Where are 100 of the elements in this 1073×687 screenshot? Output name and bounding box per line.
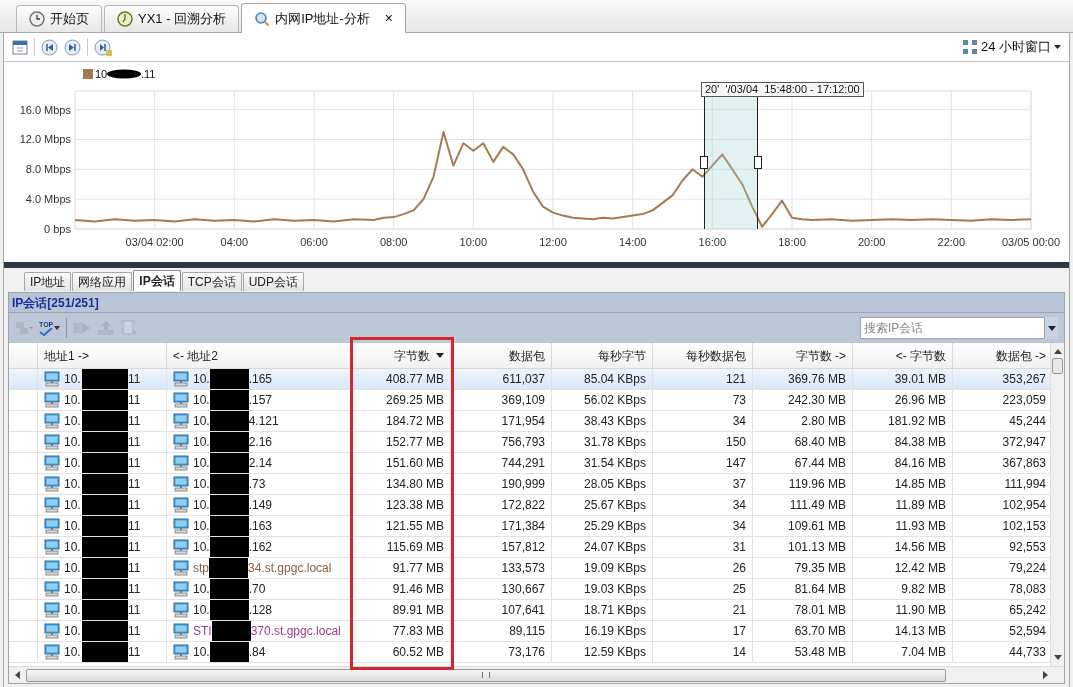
tab[interactable]: YX1 - 回溯分析	[104, 5, 240, 32]
address-text: 10.	[64, 581, 82, 598]
address-text: STI	[193, 623, 212, 640]
address-text: stp	[193, 560, 209, 577]
calendar-icon[interactable]	[12, 39, 28, 55]
table-cell: 744,291	[451, 453, 552, 473]
tab[interactable]: IP会话	[133, 270, 181, 291]
address-text: .70	[248, 581, 266, 598]
tab[interactable]: 开始页	[16, 5, 102, 32]
caret-icon	[1054, 45, 1061, 49]
table-row[interactable]: 10. 11 10. .163 121.55 MB 171,384 25.29 KBps 34 109.61 MB 11.93 MB 102,153	[9, 516, 1050, 537]
address-text: .157	[248, 392, 273, 409]
table-cell: 111.49 MB	[753, 495, 853, 515]
tab[interactable]: 网络应用	[72, 272, 133, 291]
scroll-left-icon[interactable]	[15, 671, 20, 679]
table-cell: 408.77 MB	[351, 369, 451, 389]
table-cell: 181.92 MB	[853, 411, 953, 431]
computer-icon	[44, 539, 60, 555]
table-row[interactable]: 10. 11 10. .157 269.25 MB 369,109 56.02 KBps 73 242.30 MB 26.96 MB 223,059	[9, 390, 1050, 411]
computer-icon	[173, 602, 189, 618]
table-cell: 68.40 MB	[753, 432, 853, 452]
table-cell: 123.38 MB	[351, 495, 451, 515]
table-row[interactable]: 10. 11 STI 370.st.gpgc.local 77.83 MB 89,115 16.19 KBps 17 63.70 MB 14.13 MB 52,594	[9, 621, 1050, 642]
range-handle[interactable]	[754, 156, 762, 169]
table-cell: 91.77 MB	[351, 558, 451, 578]
redaction-bar	[209, 579, 249, 599]
scroll-right-icon[interactable]	[1043, 671, 1048, 679]
range-handle[interactable]	[700, 156, 708, 169]
table-cell: 84.38 MB	[853, 432, 953, 452]
tab[interactable]: IP地址	[24, 272, 72, 291]
x-axis-label: 14:00	[618, 236, 647, 248]
table-row[interactable]: 10. 11 10. .73 134.80 MB 190,999 28.05 KBps 37 119.96 MB 14.85 MB 111,994	[9, 474, 1050, 495]
table-cell: 21	[653, 600, 753, 620]
table-row[interactable]: 10. 11 10. .165 408.77 MB 611,037 85.04 KBps 121 369.76 MB 39.01 MB 353,267	[9, 369, 1050, 390]
tab[interactable]: UDP会话	[242, 272, 305, 291]
table-row[interactable]: 10. 11 10. 4.121 184.72 MB 171,954 38.43 KBps 34 2.80 MB 181.92 MB 45,244	[9, 411, 1050, 432]
column-header[interactable]: 地址1 ->	[38, 343, 167, 369]
tab[interactable]: TCP会话	[181, 272, 242, 291]
address-text: .128	[248, 602, 273, 619]
table-cell: 26	[653, 558, 753, 578]
skip-forward-icon[interactable]	[64, 38, 81, 56]
computer-icon	[173, 560, 189, 576]
horizontal-scrollbar[interactable]	[9, 666, 1064, 683]
sort-descending-icon	[436, 353, 444, 358]
address-text: 10.	[64, 371, 82, 388]
table-row[interactable]: 10. 11 10. 2.14 151.60 MB 744,291 31.54 KBps 147 67.44 MB 84.16 MB 367,863	[9, 453, 1050, 474]
redaction-bar	[209, 432, 249, 452]
table-cell: 121	[653, 369, 753, 389]
table-row[interactable]: 10. 11 10. .128 89.91 MB 107,641 18.71 KBps 21 78.01 MB 11.90 MB 65,242	[9, 600, 1050, 621]
redaction-bar	[82, 390, 128, 410]
address-text: 2.14	[248, 455, 273, 472]
table-cell: 53.48 MB	[753, 642, 853, 662]
scroll-down-icon[interactable]	[1053, 655, 1062, 660]
scroll-thumb[interactable]	[26, 668, 946, 682]
table-row[interactable]: 10. 11 stp 34.st.gpgc.local 91.77 MB 133,573 19.09 KBps 26 79.35 MB 12.42 MB 79,224	[9, 558, 1050, 579]
skip-back-icon[interactable]	[41, 38, 58, 56]
address-text: 11	[128, 434, 141, 451]
redaction-mark	[107, 69, 141, 79]
scroll-up-icon[interactable]	[1053, 349, 1062, 354]
table-cell: 369,109	[451, 390, 552, 410]
address-text: .149	[248, 497, 273, 514]
table-cell: 130,667	[451, 579, 552, 599]
scroll-thumb[interactable]	[1052, 358, 1063, 374]
address-text: 10.	[193, 371, 210, 388]
search-field[interactable]: 搜索IP会话	[860, 317, 1045, 339]
table-cell: 89.91 MB	[351, 600, 451, 620]
table-cell: 157,812	[451, 537, 552, 557]
table-row[interactable]: 10. 11 10. .84 60.52 MB 73,176 12.59 KBps 14 53.48 MB 7.04 MB 44,733	[9, 642, 1050, 663]
table-row[interactable]: 10. 11 10. 2.16 152.77 MB 756,793 31.78 KBps 150 68.40 MB 84.38 MB 372,947	[9, 432, 1050, 453]
table-cell: 25	[653, 579, 753, 599]
redaction-bar	[82, 495, 128, 515]
table-cell: 147	[653, 453, 753, 473]
column-header[interactable]: 每秒字节	[552, 343, 653, 369]
table-row[interactable]: 10. 11 10. .162 115.69 MB 157,812 24.07 KBps 31 101.13 MB 14.56 MB 92,553	[9, 537, 1050, 558]
time-window-dropdown[interactable]: 24 小时窗口	[961, 37, 1061, 57]
address-text: 10.	[64, 392, 82, 409]
computer-icon	[44, 497, 60, 513]
computer-icon	[44, 455, 60, 471]
column-header[interactable]: 字节数	[351, 343, 451, 369]
address-text: 10.	[64, 602, 82, 619]
close-button[interactable]: ×	[384, 8, 393, 29]
address-text: .162	[248, 539, 273, 556]
play-lock-icon[interactable]	[94, 38, 112, 56]
vertical-scrollbar[interactable]	[1050, 343, 1064, 666]
legend-label: 10	[95, 68, 108, 80]
address-text: 4.121	[248, 413, 279, 430]
computer-icon	[44, 371, 60, 387]
column-header[interactable]: <- 字节数	[853, 343, 953, 369]
address-text: 10.	[193, 602, 210, 619]
table-cell: 14.56 MB	[853, 537, 953, 557]
table-row[interactable]: 10. 11 10. .149 123.38 MB 172,822 25.67 KBps 34 111.49 MB 11.89 MB 102,954	[9, 495, 1050, 516]
table-row[interactable]: 10. 11 10. .70 91.46 MB 130,667 19.03 KBps 25 81.64 MB 9.82 MB 78,083	[9, 579, 1050, 600]
column-header[interactable]: 字节数 ->	[753, 343, 853, 369]
column-header[interactable]: 每秒数据包	[653, 343, 753, 369]
table-cell: 31.78 KBps	[552, 432, 653, 452]
column-header[interactable]: 数据包	[451, 343, 552, 369]
clock-icon	[117, 11, 133, 27]
tab[interactable]: 内网IP地址-分析 ×	[241, 3, 406, 33]
table-cell: 611,037	[451, 369, 552, 389]
address-text: 10.	[64, 455, 82, 472]
